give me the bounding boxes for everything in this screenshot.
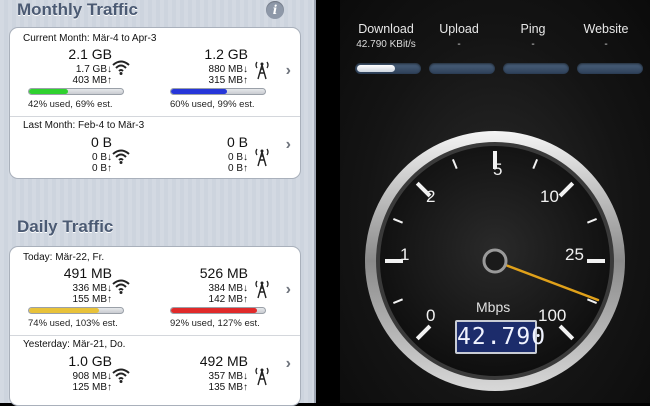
yesterday-wifi-total: 1.0 GB [68,353,112,369]
today-cell-usage-bar [170,307,266,314]
current-month-row[interactable]: Current Month: Mär-4 to Apr-3 2.1 GB 1.7… [10,28,300,115]
chevron-right-icon: › [285,355,291,372]
speed-readout: 42.790 [455,320,545,354]
wifi-icon [112,279,130,294]
today-cell-usage-text: 92% used, 127% est. [170,318,260,329]
current-cell-up: 315 MB↑ [208,75,248,86]
scale-label-25: 25 [565,245,584,264]
today-wifi-up: 155 MB↑ [72,294,112,305]
upload-progress-bar [429,63,495,74]
today-wifi-usage-fill [29,308,99,313]
wifi-icon [112,60,130,75]
today-cell-total: 526 MB [199,265,248,281]
daily-traffic-card: Today: Mär-22, Fr. 491 MB 336 MB↓ 155 MB… [9,246,301,406]
speedtest-panel: Download 42.790 KBit/s Upload - Ping - W… [340,0,650,403]
current-cell-usage-text: 60% used, 99% est. [170,99,255,110]
tab-website-label: Website [583,22,629,36]
scale-label-5: 5 [493,160,503,179]
current-wifi-usage-fill [29,89,69,94]
last-cell-total: 0 B [226,134,248,150]
tab-ping-label: Ping [520,22,546,36]
yesterday-cell-up: 135 MB↑ [208,382,248,393]
chevron-right-icon: › [285,136,291,153]
today-wifi-total: 491 MB [63,265,112,281]
current-wifi-down: 1.7 GB↓ [75,64,112,75]
traffic-panel: Monthly Traffic i Current Month: Mär-4 t… [0,0,316,406]
current-month-label: Current Month: Mär-4 to Apr-3 [23,33,157,44]
current-cell-usage-bar [170,88,266,95]
download-progress-fill [357,65,396,72]
wifi-icon [112,368,130,383]
current-cell-down: 880 MB↓ [208,64,248,75]
tab-download[interactable]: Download 42.790 KBit/s [347,22,425,50]
unit-label: Mbps [476,299,511,315]
scale-label-1: 1 [400,245,410,264]
cell-tower-icon [255,280,269,299]
cell-tower-icon [255,367,269,386]
cell-tower-icon [255,61,269,80]
today-cell-usage-fill [171,308,258,313]
monthly-traffic-title: Monthly Traffic [17,0,138,19]
tab-ping-value: - [531,39,535,50]
tab-website[interactable]: Website - [567,22,645,50]
current-cell-usage-fill [171,89,228,94]
tab-upload-label: Upload [439,22,479,36]
today-row[interactable]: Today: Mär-22, Fr. 491 MB 336 MB↓ 155 MB… [10,247,300,334]
last-wifi-down: 0 B↓ [91,152,112,163]
tab-upload[interactable]: Upload - [420,22,498,50]
tab-upload-value: - [457,39,461,50]
download-progress-bar [355,63,421,74]
website-progress-bar [577,63,643,74]
wifi-icon [112,149,130,164]
tab-download-value: 42.790 KBit/s [356,39,416,50]
today-label: Today: Mär-22, Fr. [23,252,105,263]
scale-label-10: 10 [540,187,559,206]
last-month-row[interactable]: Last Month: Feb-4 to Mär-3 0 B 0 B↓ 0 B↑… [10,117,300,178]
scale-label-100: 100 [538,306,567,325]
needle-hub [482,248,508,274]
chevron-right-icon: › [285,62,291,79]
yesterday-wifi-down: 908 MB↓ [72,371,112,382]
scale-label-0: 0 [426,306,436,325]
current-cell-total: 1.2 GB [204,46,248,62]
today-wifi-usage-bar [28,307,124,314]
last-month-label: Last Month: Feb-4 to Mär-3 [23,120,145,131]
tab-ping[interactable]: Ping - [494,22,572,50]
today-cell-down: 384 MB↓ [208,283,248,294]
current-wifi-up: 403 MB↑ [72,75,112,86]
yesterday-row[interactable]: Yesterday: Mär-21, Do. 1.0 GB 908 MB↓ 12… [10,336,300,405]
cell-tower-icon [255,148,269,167]
today-wifi-down: 336 MB↓ [72,283,112,294]
tab-website-value: - [604,39,608,50]
current-wifi-total: 2.1 GB [68,46,112,62]
tab-download-label: Download [358,22,414,36]
yesterday-cell-down: 357 MB↓ [208,371,248,382]
last-wifi-total: 0 B [90,134,112,150]
yesterday-label: Yesterday: Mär-21, Do. [23,339,126,350]
info-icon[interactable]: i [266,1,284,19]
current-wifi-usage-text: 42% used, 69% est. [28,99,113,110]
yesterday-cell-total: 492 MB [199,353,248,369]
scale-label-2: 2 [426,187,436,206]
monthly-traffic-card: Current Month: Mär-4 to Apr-3 2.1 GB 1.7… [9,27,301,179]
daily-traffic-title: Daily Traffic [17,217,114,236]
current-wifi-usage-bar [28,88,124,95]
last-wifi-up: 0 B↑ [91,163,112,174]
last-cell-down: 0 B↓ [227,152,248,163]
ping-progress-bar [503,63,569,74]
today-cell-up: 142 MB↑ [208,294,248,305]
last-cell-up: 0 B↑ [227,163,248,174]
chevron-right-icon: › [285,281,291,298]
today-wifi-usage-text: 74% used, 103% est. [28,318,118,329]
yesterday-wifi-up: 125 MB↑ [72,382,112,393]
